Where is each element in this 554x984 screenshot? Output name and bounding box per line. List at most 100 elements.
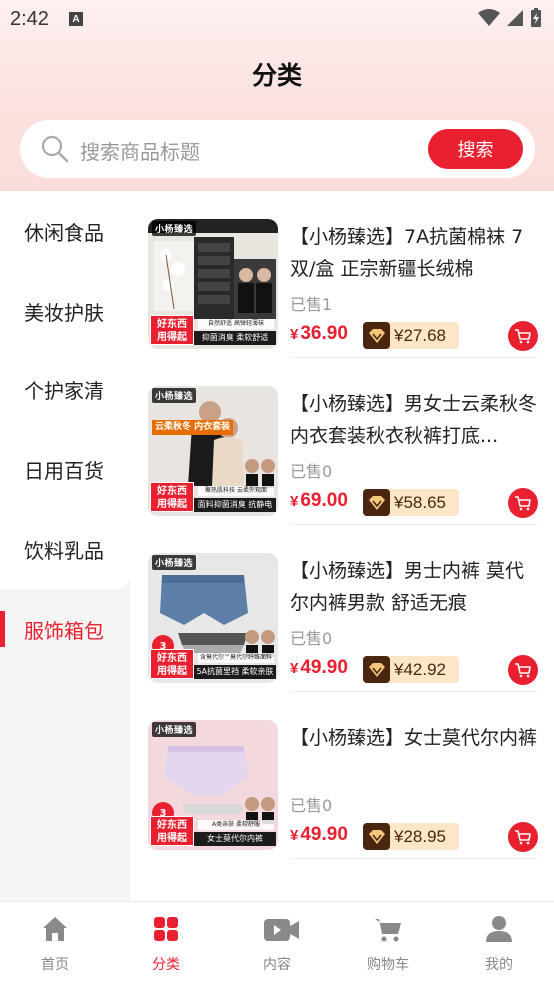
brand-logo: 小杨臻选 <box>152 555 197 570</box>
tab-label: 首页 <box>41 957 69 973</box>
tab-category[interactable]: 分类 <box>111 902 221 984</box>
add-to-cart-button[interactable] <box>508 655 538 685</box>
product-card[interactable]: 小杨臻选 云柔秋冬 内衣套装 聚热肌科技 云柔外观面 好东西 用得起 面料抑菌消… <box>130 358 554 525</box>
product-price: ¥69.00 <box>290 490 348 512</box>
sidebar-item-snacks[interactable]: 休闲食品 <box>0 191 130 271</box>
currency-symbol: ¥ <box>290 326 299 343</box>
vip-price: ¥42.92 <box>394 659 446 679</box>
price-value: 49.90 <box>300 657 348 678</box>
sidebar-item-label: 休闲食品 <box>24 220 104 245</box>
image-subtag: 自然舒适 高弹轻薄袜 <box>198 319 274 329</box>
add-to-cart-button[interactable] <box>508 822 538 852</box>
vip-diamond-icon <box>363 322 390 349</box>
product-image[interactable]: 小杨臻选 自然舒适 高弹轻薄袜 好东西 用得起 抑菌消臭 柔软舒适 <box>148 219 278 349</box>
sidebar-item-label: 饮料乳品 <box>24 538 104 563</box>
signal-icon <box>507 10 523 26</box>
product-list: 小杨臻选 自然舒适 高弹轻薄袜 好东西 用得起 抑菌消臭 柔软舒适 【小杨臻选】… <box>130 191 554 901</box>
bottom-tab-bar: 首页 分类 内容 购物车 我的 <box>0 901 554 984</box>
search-input[interactable]: 搜索商品标题 <box>80 136 200 165</box>
currency-symbol: ¥ <box>290 660 299 677</box>
product-card[interactable]: 小杨臻选 3 含莫代尔™莫代尔纤维面料 好东西 用得起 5A抗菌里裆 柔软亲肤 … <box>130 525 554 692</box>
currency-symbol: ¥ <box>290 827 299 844</box>
sidebar-item-label: 服饰箱包 <box>24 618 104 643</box>
tab-label: 内容 <box>263 957 291 973</box>
page-title: 分类 <box>251 61 302 90</box>
vip-price: ¥27.68 <box>394 325 446 345</box>
product-title[interactable]: 【小杨臻选】男女士云柔秋冬内衣套装秋衣秋裤打底... <box>290 388 540 452</box>
product-image[interactable]: 小杨臻选 云柔秋冬 内衣套装 聚热肌科技 云柔外观面 好东西 用得起 面料抑菌消… <box>148 386 278 516</box>
image-subtag: 聚热肌科技 云柔外观面 <box>198 486 274 496</box>
product-price: ¥49.90 <box>290 657 348 679</box>
sidebar-item-apparel[interactable]: 服饰箱包 <box>0 589 130 669</box>
home-icon <box>43 917 67 941</box>
cart-icon <box>515 663 531 678</box>
brand-logo: 小杨臻选 <box>152 722 197 737</box>
sidebar-item-beauty[interactable]: 美妆护肤 <box>0 271 130 351</box>
currency-symbol: ¥ <box>290 493 299 510</box>
vip-price: ¥58.65 <box>394 492 446 512</box>
sold-count: 已售0 <box>290 629 333 648</box>
price-value: 49.90 <box>300 824 348 845</box>
price-value: 69.00 <box>300 490 348 511</box>
sidebar-lower-group <box>0 669 130 901</box>
vip-price-badge: ¥27.68 <box>363 322 459 349</box>
search-button[interactable]: 搜索 <box>428 129 523 169</box>
tab-label: 分类 <box>152 957 180 973</box>
product-price: ¥49.90 <box>290 824 348 846</box>
image-tag: 面料抑菌消臭 抗静电 <box>194 498 276 512</box>
sidebar-item-label: 个护家清 <box>24 378 104 403</box>
sidebar-item-label: 美妆护肤 <box>24 300 104 325</box>
image-subtag: A类亲肤 柔软舒服 <box>198 820 274 830</box>
cart-icon <box>515 329 531 344</box>
vip-price: ¥28.95 <box>394 826 446 846</box>
promo-badge: 好东西 用得起 <box>150 649 194 679</box>
tab-content[interactable]: 内容 <box>222 902 332 984</box>
vip-diamond-icon <box>363 656 390 683</box>
brand-logo: 小杨臻选 <box>152 221 197 236</box>
divider <box>290 858 538 859</box>
wifi-icon <box>478 9 500 26</box>
search-bar[interactable]: 搜索商品标题 搜索 <box>20 120 535 178</box>
product-image[interactable]: 小杨臻选 3 A类亲肤 柔软舒服 好东西 用得起 女士莫代尔内裤 <box>148 720 278 850</box>
vip-price-badge: ¥58.65 <box>363 489 459 516</box>
status-indicators <box>478 8 542 28</box>
status-bar: 2:42 A <box>0 0 554 38</box>
image-subtag: 含莫代尔™莫代尔纤维面料 <box>198 653 274 663</box>
tab-label: 购物车 <box>367 957 409 973</box>
tab-profile[interactable]: 我的 <box>444 902 554 984</box>
sidebar-item-personal-care[interactable]: 个护家清 <box>0 349 130 429</box>
product-card[interactable]: 小杨臻选 自然舒适 高弹轻薄袜 好东西 用得起 抑菌消臭 柔软舒适 【小杨臻选】… <box>130 191 554 358</box>
cart-icon <box>515 830 531 845</box>
sold-count: 已售0 <box>290 462 333 481</box>
tab-label: 我的 <box>485 957 513 973</box>
promo-badge: 好东西 用得起 <box>150 816 194 846</box>
image-side-text: 云柔秋冬 内衣套装 <box>152 420 234 435</box>
category-sidebar: 休闲食品 美妆护肤 个护家清 日用百货 饮料乳品 服饰箱包 <box>0 191 130 901</box>
promo-badge: 好东西 用得起 <box>150 315 194 345</box>
product-title[interactable]: 【小杨臻选】女士莫代尔内裤 <box>290 722 540 754</box>
tab-cart[interactable]: 购物车 <box>333 902 443 984</box>
product-image[interactable]: 小杨臻选 3 含莫代尔™莫代尔纤维面料 好东西 用得起 5A抗菌里裆 柔软亲肤 <box>148 553 278 683</box>
image-tag: 5A抗菌里裆 柔软亲肤 <box>194 665 276 679</box>
product-title[interactable]: 【小杨臻选】7A抗菌棉袜 7双/盒 正宗新疆长绒棉 <box>290 221 540 285</box>
vip-diamond-icon <box>363 489 390 516</box>
price-value: 36.90 <box>300 323 348 344</box>
add-to-cart-button[interactable] <box>508 488 538 518</box>
sidebar-item-drinks[interactable]: 饮料乳品 <box>0 509 130 589</box>
sidebar-item-label: 日用百货 <box>24 458 104 483</box>
promo-badge: 好东西 用得起 <box>150 482 194 512</box>
notification-icon: A <box>68 12 83 26</box>
vip-price-badge: ¥42.92 <box>363 656 459 683</box>
add-to-cart-button[interactable] <box>508 321 538 351</box>
product-price: ¥36.90 <box>290 323 348 345</box>
sold-count: 已售0 <box>290 796 333 815</box>
cart-icon <box>375 919 401 942</box>
image-tag: 抑菌消臭 柔软舒适 <box>194 331 276 345</box>
sidebar-item-daily-goods[interactable]: 日用百货 <box>0 429 130 509</box>
product-title[interactable]: 【小杨臻选】男士内裤 莫代尔内裤男款 舒适无痕 <box>290 555 540 619</box>
product-card[interactable]: 小杨臻选 3 A类亲肤 柔软舒服 好东西 用得起 女士莫代尔内裤 【小杨臻选】女… <box>130 692 554 859</box>
vip-price-badge: ¥28.95 <box>363 823 459 850</box>
category-icon <box>154 917 178 941</box>
vip-diamond-icon <box>363 823 390 850</box>
tab-home[interactable]: 首页 <box>0 902 110 984</box>
